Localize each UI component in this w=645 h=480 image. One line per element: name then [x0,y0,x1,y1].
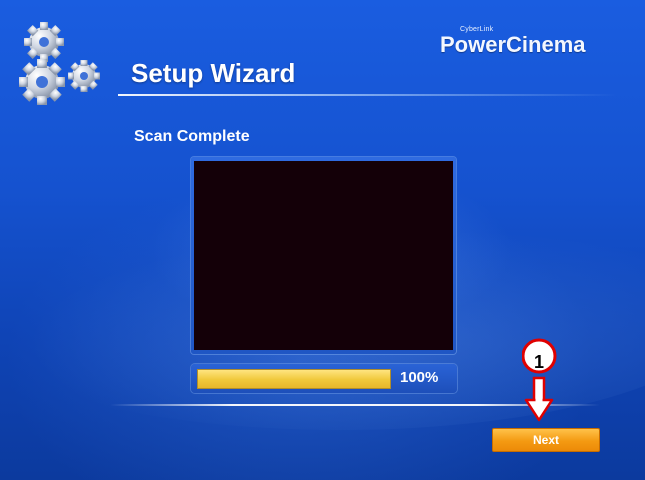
step-number: 1 [533,352,544,372]
brand-main-text: PowerCinema [440,32,586,57]
section-title: Scan Complete [134,128,250,145]
brand-logo: CyberLink PowerCinema [440,24,620,60]
progress-percent: 100% [400,369,439,386]
down-arrow-icon [524,376,554,422]
step-callout [522,338,557,422]
progress-bar-fill [198,370,390,388]
title-divider [118,94,618,96]
setup-wizard-screen: CyberLink PowerCinema Setup Wizard Scan … [0,0,645,480]
progress-bar [197,369,391,389]
next-button[interactable]: Next [492,428,600,452]
preview-screen [194,161,453,350]
page-title: Setup Wizard [131,58,296,88]
gears-icon [19,22,100,105]
